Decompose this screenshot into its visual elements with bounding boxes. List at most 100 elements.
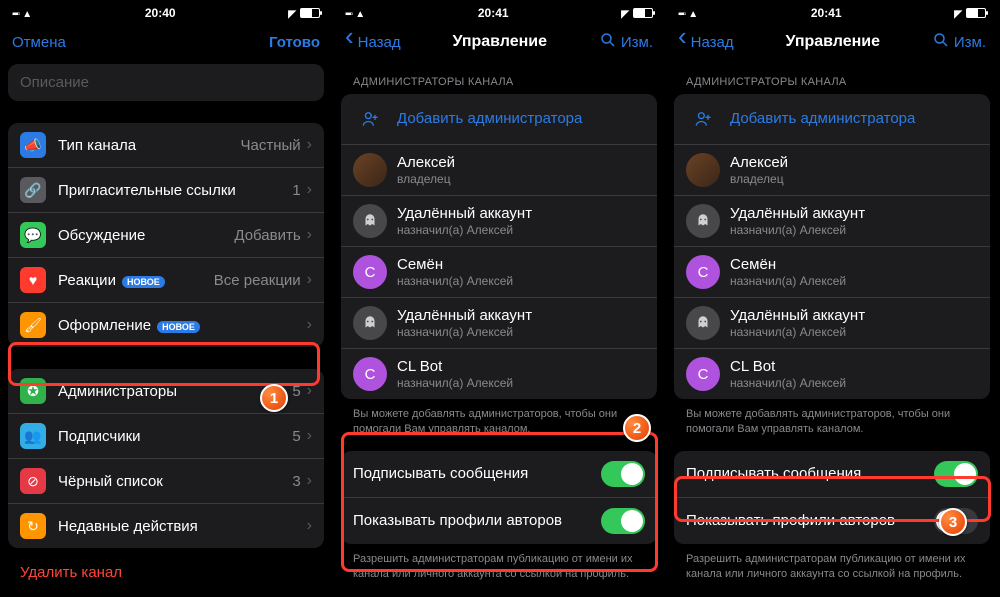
admin-row[interactable]: Алексейвладелец [341,145,657,196]
admin-row[interactable]: Удалённый аккаунтназначил(а) Алексей [674,298,990,349]
admin-sub: назначил(а) Алексей [397,274,513,288]
admin-row[interactable]: C Семённазначил(а) Алексей [341,247,657,298]
avatar [686,153,720,187]
done-button[interactable]: Готово [269,34,320,51]
toggle-label: Подписывать сообщения [686,465,861,482]
link-icon: 🔗 [20,177,46,203]
toggle-switch[interactable] [601,508,645,534]
settings-row[interactable]: 🖌ОформлениеНОВОЕ› [8,303,324,347]
cancel-button[interactable]: Отмена [12,34,66,51]
avatar: C [686,255,720,289]
nav-header: Отмена Готово [0,22,332,62]
description-field[interactable]: Описание [8,64,324,101]
nav-header: Назад Управление Изм. [333,22,665,62]
admin-row[interactable]: CCL Botназначил(а) Алексей [674,349,990,399]
delete-channel-button[interactable]: Удалить канал [8,548,324,597]
section-header: АДМИНИСТРАТОРЫ КАНАЛА [341,62,657,94]
admin-row[interactable]: Удалённый аккаунтназначил(а) Алексей [674,196,990,247]
settings-row[interactable]: 🔗Пригласительные ссылки1› [8,168,324,213]
status-bar: 20:41 [666,0,998,22]
search-icon[interactable] [932,31,950,53]
chevron-left-icon [678,34,687,51]
admin-name: Семён [730,256,846,274]
admin-sub: назначил(а) Алексей [730,376,846,390]
admin-name: Удалённый аккаунт [397,205,532,223]
settings-row[interactable]: ⊘Чёрный список3› [8,459,324,504]
chevron-right-icon: › [307,472,312,490]
admin-name: Удалённый аккаунт [397,307,532,325]
add-admin-button[interactable]: Добавить администратора [341,94,657,145]
status-time: 20:40 [145,6,176,20]
edit-button[interactable]: Изм. [621,34,653,51]
chevron-right-icon: › [307,427,312,445]
wifi-icon [22,6,32,20]
avatar: C [353,255,387,289]
admin-sub: назначил(а) Алексей [730,223,865,237]
admin-row[interactable]: Алексейвладелец [674,145,990,196]
admin-sub: владелец [730,172,788,186]
step-badge-1: 1 [260,384,288,412]
toggle-switch[interactable] [601,461,645,487]
settings-row[interactable]: 👥Подписчики5› [8,414,324,459]
wifi-icon [355,6,365,20]
settings-row[interactable]: 💬ОбсуждениеДобавить› [8,213,324,258]
chevron-right-icon: › [307,316,312,334]
back-button[interactable]: Назад [345,34,401,51]
add-admin-label: Добавить администратора [730,110,915,128]
add-admin-button[interactable]: Добавить администратора [674,94,990,145]
location-icon [954,6,962,20]
history-icon: ↻ [20,513,46,539]
admin-row[interactable]: CCL Botназначил(а) Алексей [341,349,657,399]
row-label: Подписчики [58,428,292,445]
signal-icon [345,6,351,20]
settings-row[interactable]: ♥РеакцииНОВОЕВсе реакции› [8,258,324,303]
toggle-label: Подписывать сообщения [353,465,528,482]
row-value: 1 [292,182,300,199]
brush-icon: 🖌 [20,312,46,338]
add-person-icon [353,102,387,136]
footer-hint-2: Разрешить администраторам публикацию от … [674,544,990,596]
search-icon[interactable] [599,31,617,53]
admin-row[interactable]: Удалённый аккаунтназначил(а) Алексей [341,298,657,349]
page-title: Управление [401,33,599,51]
wifi-icon [688,6,698,20]
battery-icon [300,8,320,18]
step-badge-3: 3 [939,508,967,536]
admin-name: Алексей [397,154,455,172]
admin-row[interactable]: CСемённазначил(а) Алексей [674,247,990,298]
megaphone-icon: 📣 [20,132,46,158]
row-label: Пригласительные ссылки [58,182,292,199]
admin-row[interactable]: Удалённый аккаунтназначил(а) Алексей [341,196,657,247]
toggle-row: Показывать профили авторов [341,498,657,544]
admin-name: Семён [397,256,513,274]
step-badge-2: 2 [623,414,651,442]
nav-header: Назад Управление Изм. [666,22,998,62]
chevron-right-icon: › [307,136,312,154]
back-button[interactable]: Назад [678,34,734,51]
admin-sub: назначил(а) Алексей [397,376,513,390]
row-value: 5 [292,383,300,400]
location-icon [621,6,629,20]
nav-actions: Изм. [932,31,986,53]
row-label: РеакцииНОВОЕ [58,272,214,289]
section-header: АДМИНИСТРАТОРЫ КАНАЛА [674,62,990,94]
toggle-switch[interactable] [934,461,978,487]
row-label: Недавные действия [58,518,301,535]
signal-icon [678,6,684,20]
toggle-label: Показывать профили авторов [353,512,562,529]
status-time: 20:41 [811,6,842,20]
avatar [353,153,387,187]
settings-row[interactable]: ↻Недавные действия› [8,504,324,548]
ghost-avatar-icon [686,306,720,340]
chevron-right-icon: › [307,226,312,244]
nav-actions: Изм. [599,31,653,53]
footer-hint: Вы можете добавлять администраторов, что… [341,399,657,451]
panel-edit-channel: 20:40 Отмена Готово Описание 📣 Тип канала… [0,0,333,581]
admin-name: CL Bot [397,358,513,376]
toggle-row: Подписывать сообщения [674,451,990,498]
row-label: Тип канала [58,137,241,154]
chat-icon: 💬 [20,222,46,248]
settings-row[interactable]: 📣Тип каналаЧастный› [8,123,324,168]
heart-icon: ♥ [20,267,46,293]
edit-button[interactable]: Изм. [954,34,986,51]
